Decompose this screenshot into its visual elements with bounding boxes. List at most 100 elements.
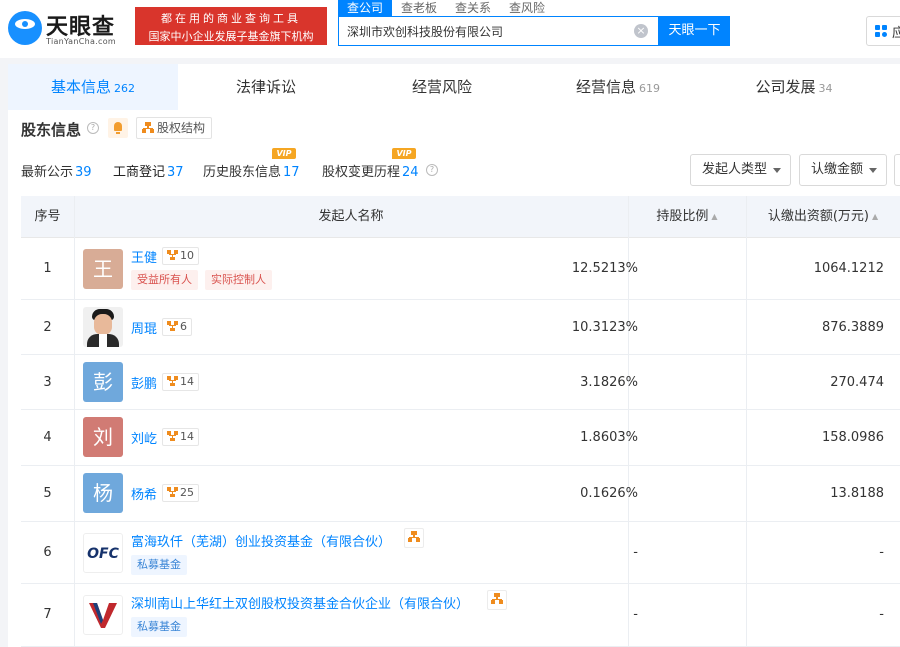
subtab-count: 37: [167, 165, 184, 180]
divider: [628, 584, 629, 647]
header-ratio-label: 持股比例: [656, 209, 709, 224]
search-input[interactable]: [339, 17, 629, 45]
relation-icon: [167, 431, 178, 441]
v-logo-icon: [89, 603, 117, 628]
app-button[interactable]: 应: [866, 16, 900, 46]
shareholder-name-link[interactable]: 深圳南山上华红土双创股权投资基金合伙企业（有限合伙）: [131, 593, 469, 612]
divider: [746, 300, 747, 355]
promo-banner[interactable]: 都在用的商业查询工具 国家中小企业发展子基金旗下机构: [135, 7, 327, 45]
subtab-label: 最新公示: [21, 165, 74, 180]
search-tab-company[interactable]: 查公司: [338, 0, 393, 16]
banner-subtitle: 国家中小企业发展子基金旗下机构: [148, 30, 314, 43]
header-name: 发起人名称: [318, 209, 384, 224]
relation-icon: [167, 250, 178, 260]
share-ratio: 1.8603%: [580, 430, 638, 445]
divider: [746, 238, 747, 300]
search-button[interactable]: 天眼一下: [659, 16, 730, 46]
shareholder-name-link[interactable]: 彭鹏: [131, 373, 157, 392]
equity-structure-button[interactable]: 股权结构: [136, 117, 213, 139]
subtab-latest[interactable]: 最新公示 39: [21, 161, 92, 180]
subtab-label: 工商登记: [113, 165, 166, 180]
subtab-changes[interactable]: 股权变更历程 24: [322, 161, 419, 180]
equity-structure-icon[interactable]: [487, 590, 507, 610]
subtab-registered[interactable]: 工商登记 37: [113, 161, 184, 180]
divider: [628, 196, 629, 238]
company-logo[interactable]: [83, 595, 123, 635]
header-amount-label: 认缴出资额(万元): [767, 209, 869, 224]
header-index: 序号: [34, 209, 61, 224]
tab-label: 法律诉讼: [235, 78, 296, 96]
subscribed-amount: 876.3889: [821, 320, 884, 335]
row-index: 2: [43, 320, 52, 335]
row-index: 3: [43, 375, 52, 390]
subtab-count: 24: [402, 165, 419, 180]
relation-count-badge[interactable]: 14: [162, 428, 199, 446]
help-icon[interactable]: ?: [87, 122, 99, 134]
founder-type-dropdown[interactable]: 发起人类型: [690, 154, 791, 186]
dropdown-label: 发起人类型: [702, 162, 768, 177]
subtab-history[interactable]: 历史股东信息 17: [203, 161, 300, 180]
search-tab-risk[interactable]: 查风险: [500, 0, 554, 16]
shareholder-name-link[interactable]: 杨希: [131, 484, 157, 503]
amount-dropdown[interactable]: 认缴金额: [799, 154, 887, 186]
tab-development[interactable]: 公司发展 34: [706, 64, 882, 110]
relation-count: 6: [180, 320, 187, 333]
divider: [746, 584, 747, 647]
vip-badge: VIP: [272, 148, 296, 159]
subscribed-amount: -: [879, 607, 884, 622]
avatar[interactable]: 杨: [83, 473, 123, 513]
tag-actual-controller: 实际控制人: [205, 270, 272, 290]
table-row: 3 彭 彭鹏 14 3.1826% 270.474: [21, 355, 900, 410]
equity-structure-label: 股权结构: [157, 121, 206, 135]
bell-icon[interactable]: [108, 118, 128, 138]
relation-count-badge[interactable]: 25: [162, 484, 199, 502]
tag-private-fund: 私募基金: [131, 555, 187, 575]
relation-count-badge[interactable]: 10: [162, 247, 199, 265]
avatar[interactable]: 王: [83, 249, 123, 289]
relation-count: 14: [180, 375, 194, 388]
divider: [628, 522, 629, 584]
equity-structure-icon[interactable]: [404, 528, 424, 548]
caret-down-icon: [869, 168, 877, 173]
avatar[interactable]: 彭: [83, 362, 123, 402]
header-amount[interactable]: 认缴出资额(万元) ▲: [746, 196, 900, 238]
divider: [74, 355, 75, 410]
shareholder-name-link[interactable]: 富海玖仟（芜湖）创业投资基金（有限合伙）: [131, 531, 391, 550]
shareholder-name-link[interactable]: 王健: [131, 247, 157, 266]
tab-label: 经营风险: [411, 78, 472, 96]
tab-business[interactable]: 经营信息 619: [530, 64, 706, 110]
company-logo-text: OFC: [87, 546, 119, 562]
search-tab-relation[interactable]: 查关系: [446, 0, 500, 16]
clear-icon[interactable]: ×: [634, 24, 648, 38]
help-icon[interactable]: ?: [426, 164, 438, 176]
relation-icon: [167, 487, 178, 497]
relation-count-badge[interactable]: 14: [162, 373, 199, 391]
divider: [74, 300, 75, 355]
avatar-photo[interactable]: [83, 307, 123, 347]
shareholder-name-link[interactable]: 刘屹: [131, 428, 157, 447]
tab-basic-info[interactable]: 基本信息 262: [8, 64, 178, 110]
shareholder-name-link[interactable]: 周琨: [131, 318, 157, 337]
avatar[interactable]: 刘: [83, 417, 123, 457]
tab-count: 262: [114, 82, 135, 95]
table-row: 2 周琨 6 10.3123% 876.3889: [21, 300, 900, 355]
share-ratio: -: [633, 545, 638, 560]
more-filter-dropdown[interactable]: [894, 154, 900, 186]
company-logo[interactable]: OFC: [83, 533, 123, 573]
relation-icon: [167, 321, 178, 331]
divider: [74, 410, 75, 466]
dropdown-label: 认缴金额: [811, 162, 864, 177]
row-index: 5: [43, 486, 52, 501]
relation-count: 10: [180, 249, 194, 262]
row-index: 7: [43, 607, 52, 622]
tab-risk[interactable]: 经营风险: [354, 64, 530, 110]
header-ratio[interactable]: 持股比例 ▲: [628, 196, 746, 238]
tree-icon: [142, 122, 154, 133]
site-logo[interactable]: 天眼查 TianYanCha.com: [8, 9, 132, 49]
caret-down-icon: [773, 168, 781, 173]
search-tab-boss[interactable]: 查老板: [392, 0, 446, 16]
tab-legal[interactable]: 法律诉讼: [178, 64, 354, 110]
subtab-count: 39: [75, 165, 92, 180]
relation-count-badge[interactable]: 6: [162, 318, 192, 336]
subscribed-amount: 158.0986: [821, 430, 884, 445]
